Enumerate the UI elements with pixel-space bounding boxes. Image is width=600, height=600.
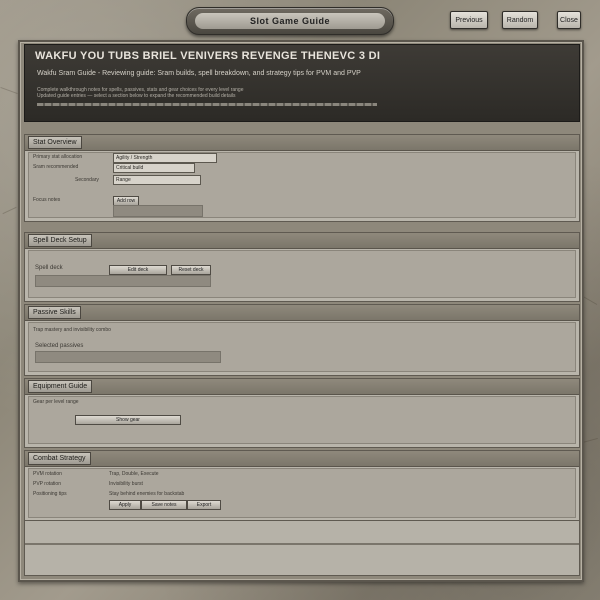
background-crack [2, 206, 17, 215]
section-header[interactable]: Stat Overview [25, 135, 579, 151]
show-gear-button[interactable]: Show gear [75, 415, 181, 425]
section-passive-skills: Passive Skills Trap mastery and invisibi… [24, 304, 580, 376]
section-header[interactable]: Spell Deck Setup [25, 233, 579, 249]
export-button[interactable]: Export [187, 500, 221, 510]
header-description-line: Complete walkthrough notes for spells, p… [37, 87, 244, 93]
footer-panel [24, 520, 580, 576]
close-button[interactable]: Close [557, 11, 581, 29]
field-label: Positioning tips [33, 491, 67, 497]
section-body: Primary stat allocation Sram recommended… [28, 152, 576, 218]
footer-divider [25, 543, 579, 545]
section-body: Trap mastery and invisibility combo Sele… [28, 322, 576, 372]
focus-notes-field[interactable] [113, 205, 203, 217]
window-title-bar: Slot Game Guide [186, 7, 394, 35]
field-label: PVM rotation [33, 471, 62, 477]
header-subtitle: Wakfu Sram Guide - Reviewing guide: Sram… [37, 70, 361, 77]
main-window: WAKFU YOU TUBS BRIEL VENIVERS REVENGE TH… [18, 40, 584, 582]
passives-field[interactable] [35, 351, 221, 363]
apply-button[interactable]: Apply [109, 500, 141, 510]
field-label: Secondary [75, 177, 99, 183]
secondary-field[interactable]: Range [113, 175, 201, 185]
save-notes-button[interactable]: Save notes [141, 500, 187, 510]
section-title: Combat Strategy [28, 452, 91, 465]
header-panel: WAKFU YOU TUBS BRIEL VENIVERS REVENGE TH… [24, 44, 580, 122]
field-label: Primary stat allocation [33, 154, 83, 160]
section-body: PVM rotation Trap, Double, Execute PVP r… [28, 468, 576, 518]
field-label: Sram recommended [33, 164, 79, 170]
field-value: Stay behind enemies for backstab [109, 491, 185, 497]
edit-deck-button[interactable]: Edit deck [109, 265, 167, 275]
field-label: Spell deck [35, 265, 63, 271]
primary-stat-field[interactable]: Agility / Strength [113, 153, 217, 163]
header-title: WAKFU YOU TUBS BRIEL VENIVERS REVENGE TH… [35, 50, 381, 62]
recommended-field[interactable]: Critical build [113, 163, 195, 173]
background-crack [582, 437, 598, 444]
reset-deck-button[interactable]: Reset deck [171, 265, 211, 275]
section-body: Edit deck Reset deck Spell deck [28, 250, 576, 298]
field-label: Selected passives [35, 343, 84, 349]
previous-button[interactable]: Previous [450, 11, 488, 29]
field-value: Trap, Double, Execute [109, 471, 159, 477]
field-label: Gear per level range [33, 399, 79, 405]
section-header[interactable]: Combat Strategy [25, 451, 579, 467]
section-equipment-guide: Equipment Guide Gear per level range Sho… [24, 378, 580, 448]
background-crack [582, 296, 598, 305]
background-crack [0, 86, 18, 95]
section-title: Stat Overview [28, 136, 82, 149]
passive-note: Trap mastery and invisibility combo [33, 327, 111, 333]
section-combat-strategy: Combat Strategy PVM rotation Trap, Doubl… [24, 450, 580, 522]
section-title: Passive Skills [28, 306, 81, 319]
section-title: Equipment Guide [28, 380, 93, 393]
header-divider [37, 103, 377, 106]
field-value: Invisibility burst [109, 481, 143, 487]
section-stat-overview: Stat Overview Primary stat allocation Sr… [24, 134, 580, 222]
section-header[interactable]: Equipment Guide [25, 379, 579, 395]
section-spell-deck: Spell Deck Setup Edit deck Reset deck Sp… [24, 232, 580, 302]
spell-deck-field[interactable] [35, 275, 211, 287]
field-label: Focus notes [33, 197, 61, 203]
header-description-line: Updated guide entries — select a section… [37, 93, 236, 99]
section-body: Gear per level range Show gear [28, 396, 576, 444]
section-title: Spell Deck Setup [28, 234, 92, 247]
random-button[interactable]: Random [502, 11, 538, 29]
window-title: Slot Game Guide [195, 13, 385, 29]
field-label: PVP rotation [33, 481, 61, 487]
section-header[interactable]: Passive Skills [25, 305, 579, 321]
